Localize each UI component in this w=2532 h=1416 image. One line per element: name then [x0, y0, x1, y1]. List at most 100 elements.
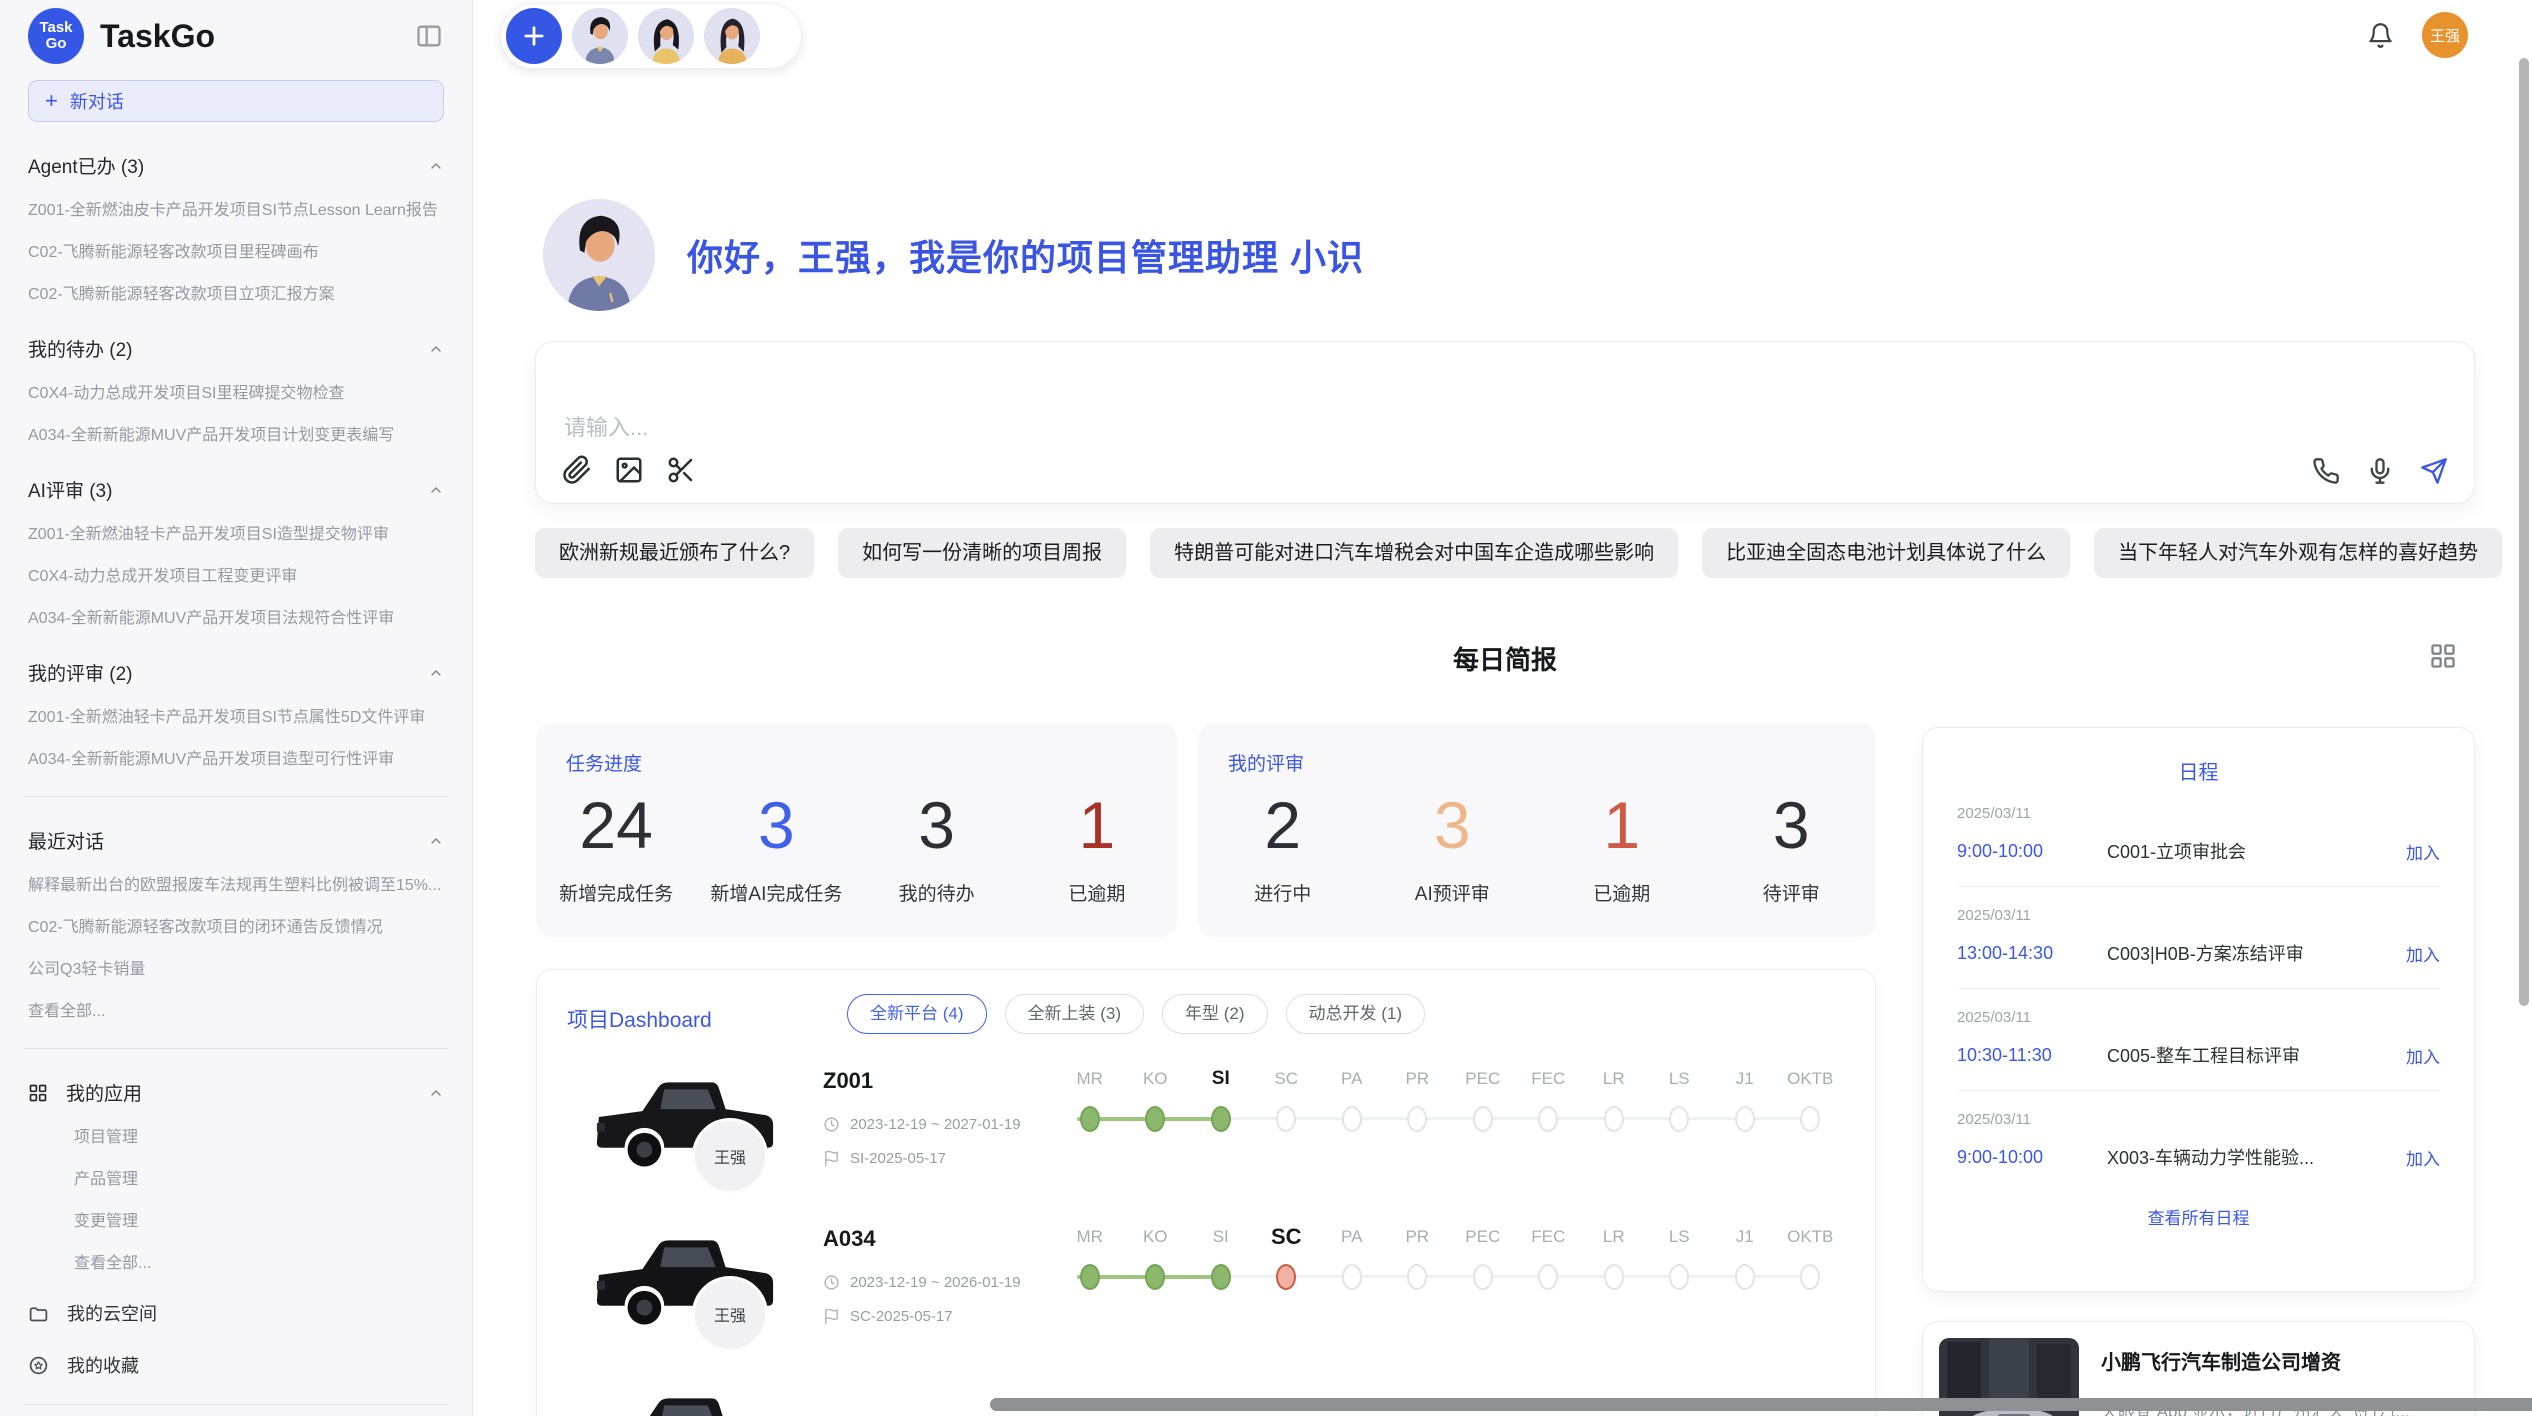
- send-icon[interactable]: [2420, 457, 2448, 485]
- milestone-label: PEC: [1450, 1224, 1516, 1250]
- milestone-dot: [1669, 1264, 1689, 1290]
- milestone-label: PA: [1319, 1224, 1385, 1250]
- sidebar-item-project-mgmt[interactable]: 项目管理: [28, 1128, 444, 1148]
- tab-new-platform[interactable]: 全新平台 (4): [847, 994, 987, 1034]
- suggestion-chip[interactable]: 如何写一份清晰的项目周报: [838, 528, 1126, 578]
- milestone-dot-done: [1080, 1264, 1100, 1290]
- stat-value: 1: [1017, 789, 1177, 861]
- sidebar-item[interactable]: A034-全新新能源MUV产品开发项目计划变更表编写: [28, 426, 444, 446]
- sidebar-item-favorites[interactable]: 我的收藏: [28, 1352, 444, 1378]
- sidebar-section-my-apps[interactable]: 我的应用: [28, 1079, 444, 1106]
- milestone-dot-done: [1145, 1106, 1165, 1132]
- agent-avatar-1[interactable]: [572, 8, 628, 64]
- stat: 3 AI预评审: [1368, 789, 1538, 906]
- vertical-scrollbar[interactable]: [2519, 58, 2529, 1006]
- scissors-icon[interactable]: [666, 455, 696, 485]
- sidebar-collapse-icon[interactable]: [414, 22, 444, 50]
- view-all-apps[interactable]: 查看全部...: [28, 1254, 444, 1274]
- project-code: A034: [823, 1226, 876, 1252]
- sidebar-section-my-todo[interactable]: 我的待办 (2): [28, 335, 444, 362]
- plus-icon: [520, 22, 548, 50]
- composer: 请输入...: [535, 341, 2475, 504]
- milestone-label: OKTB: [1778, 1066, 1844, 1092]
- sidebar-item[interactable]: C0X4-动力总成开发项目SI里程碑提交物检查: [28, 384, 444, 404]
- sidebar: Task Go TaskGo + 新对话 Agent已办 (3) Z001-全新…: [0, 0, 473, 1416]
- sidebar-item[interactable]: C02-飞腾新能源轻客改款项目立项汇报方案: [28, 285, 444, 305]
- sidebar-item[interactable]: C02-飞腾新能源轻客改款项目里程碑画布: [28, 243, 444, 263]
- stat-value: 3: [696, 789, 856, 861]
- add-agent-button[interactable]: [506, 8, 562, 64]
- phone-icon[interactable]: [2312, 457, 2340, 485]
- dashboard-title: 项目Dashboard: [567, 1004, 712, 1034]
- tab-year-model[interactable]: 年型 (2): [1162, 994, 1268, 1034]
- image-icon[interactable]: [614, 455, 644, 485]
- plus-icon: +: [45, 90, 58, 112]
- news-title: 小鹏飞行汽车制造公司增资: [2101, 1346, 2458, 1375]
- milestone-label: MR: [1057, 1066, 1123, 1092]
- user-avatar[interactable]: 王强: [2422, 12, 2468, 58]
- suggestion-chip[interactable]: 当下年轻人对汽车外观有怎样的喜好趋势: [2094, 528, 2502, 578]
- stat-value: 3: [857, 789, 1017, 861]
- daily-brief-header: 每日简报: [535, 640, 2475, 680]
- sidebar-item-change-mgmt[interactable]: 变更管理: [28, 1212, 444, 1232]
- stat-label: AI预评审: [1368, 879, 1538, 906]
- dashboard-tabs: 全新平台 (4) 全新上装 (3) 年型 (2) 动总开发 (1): [847, 994, 1425, 1034]
- date-range-text: 2023-12-19 ~ 2027-01-19: [850, 1116, 1021, 1133]
- sidebar-item-product-mgmt[interactable]: 产品管理: [28, 1170, 444, 1190]
- suggestion-chip[interactable]: 特朗普可能对进口汽车增税会对中国车企造成哪些影响: [1150, 528, 1678, 578]
- microphone-icon[interactable]: [2366, 457, 2394, 485]
- join-link[interactable]: 加入: [2406, 941, 2440, 966]
- sidebar-section-recent[interactable]: 最近对话: [28, 827, 444, 854]
- schedule-item: 2025/03/11 9:00-10:00 C001-立项审批会 加入: [1957, 785, 2440, 887]
- join-link[interactable]: 加入: [2406, 1145, 2440, 1170]
- sidebar-item[interactable]: C0X4-动力总成开发项目工程变更评审: [28, 567, 444, 587]
- milestone-dot-done: [1211, 1264, 1231, 1290]
- sidebar-item[interactable]: A034-全新新能源MUV产品开发项目造型可行性评审: [28, 750, 444, 770]
- schedule-card: 日程 2025/03/11 9:00-10:00 C001-立项审批会 加入 2…: [1922, 727, 2475, 1292]
- stat-label: 已逾期: [1017, 879, 1177, 906]
- milestone-dot: [1407, 1106, 1427, 1132]
- milestone-label: FEC: [1516, 1224, 1582, 1250]
- paperclip-icon[interactable]: [562, 455, 592, 485]
- agent-avatar-3[interactable]: [704, 8, 760, 64]
- sidebar-section-my-review[interactable]: 我的评审 (2): [28, 659, 444, 686]
- suggestion-chip[interactable]: 欧洲新规最近颁布了什么?: [535, 528, 814, 578]
- join-link[interactable]: 加入: [2406, 839, 2440, 864]
- view-all-recent[interactable]: 查看全部...: [28, 1002, 444, 1022]
- milestone-label-current: SI: [1188, 1066, 1254, 1092]
- logo-text-bottom: Go: [46, 36, 67, 52]
- join-link[interactable]: 加入: [2406, 1043, 2440, 1068]
- card-title: 任务进度: [566, 749, 642, 776]
- suggestion-chip[interactable]: 比亚迪全固态电池计划具体说了什么: [1702, 528, 2070, 578]
- tab-new-body[interactable]: 全新上装 (3): [1005, 994, 1145, 1034]
- view-all-schedule-link[interactable]: 查看所有日程: [1957, 1204, 2440, 1229]
- sidebar-section-agent-done[interactable]: Agent已办 (3): [28, 152, 444, 179]
- tab-powertrain[interactable]: 动总开发 (1): [1286, 994, 1426, 1034]
- sidebar-item[interactable]: Z001-全新燃油轻卡产品开发项目SI造型提交物评审: [28, 525, 444, 545]
- project-row-z001[interactable]: 王强 Z001 2023-12-19 ~ 2027-01-19 SI-2025-…: [537, 1046, 1875, 1204]
- my-review-card: 我的评审 2 进行中 3 AI预评审 1 已逾期 3 待评审: [1198, 723, 1876, 937]
- sidebar-item[interactable]: C02-飞腾新能源轻客改款项目的闭环通告反馈情况: [28, 918, 444, 938]
- task-progress-card: 任务进度 24 新增完成任务 3 新增AI完成任务 3 我的待办 1 已逾期: [536, 723, 1177, 937]
- notifications-bell-icon[interactable]: [2367, 22, 2394, 49]
- sidebar-item-cloud-space[interactable]: 我的云空间: [28, 1300, 444, 1326]
- sidebar-item[interactable]: Z001-全新燃油轻卡产品开发项目SI节点属性5D文件评审: [28, 708, 444, 728]
- project-owner-badge: 王强: [692, 1276, 768, 1352]
- agent-avatar-2[interactable]: [638, 8, 694, 64]
- quick-agents-pill: [500, 3, 802, 69]
- milestone-dot: [1473, 1106, 1493, 1132]
- composer-input[interactable]: 请输入...: [564, 410, 648, 442]
- project-date-range: 2023-12-19 ~ 2026-01-19: [823, 1274, 1021, 1291]
- sidebar-item[interactable]: Z001-全新燃油皮卡产品开发项目SI节点Lesson Learn报告: [28, 201, 444, 221]
- sidebar-item[interactable]: 公司Q3轻卡销量: [28, 960, 444, 980]
- sidebar-item[interactable]: A034-全新新能源MUV产品开发项目法规符合性评审: [28, 609, 444, 629]
- flag-text: SC-2025-05-17: [850, 1308, 953, 1325]
- composer-actions: [2312, 457, 2448, 485]
- greeting-text: 你好，王强，我是你的项目管理助理 小识: [687, 229, 1364, 281]
- sidebar-section-ai-review[interactable]: AI评审 (3): [28, 476, 444, 503]
- horizontal-scrollbar[interactable]: [990, 1398, 2532, 1411]
- new-chat-button[interactable]: + 新对话: [28, 80, 444, 122]
- sidebar-item[interactable]: 解释最新出台的欧盟报废车法规再生塑料比例被调至15%...: [28, 876, 444, 896]
- project-row-a034[interactable]: 王强 A034 2023-12-19 ~ 2026-01-19 SC-2025-…: [537, 1204, 1875, 1362]
- layout-grid-icon[interactable]: [2429, 642, 2457, 670]
